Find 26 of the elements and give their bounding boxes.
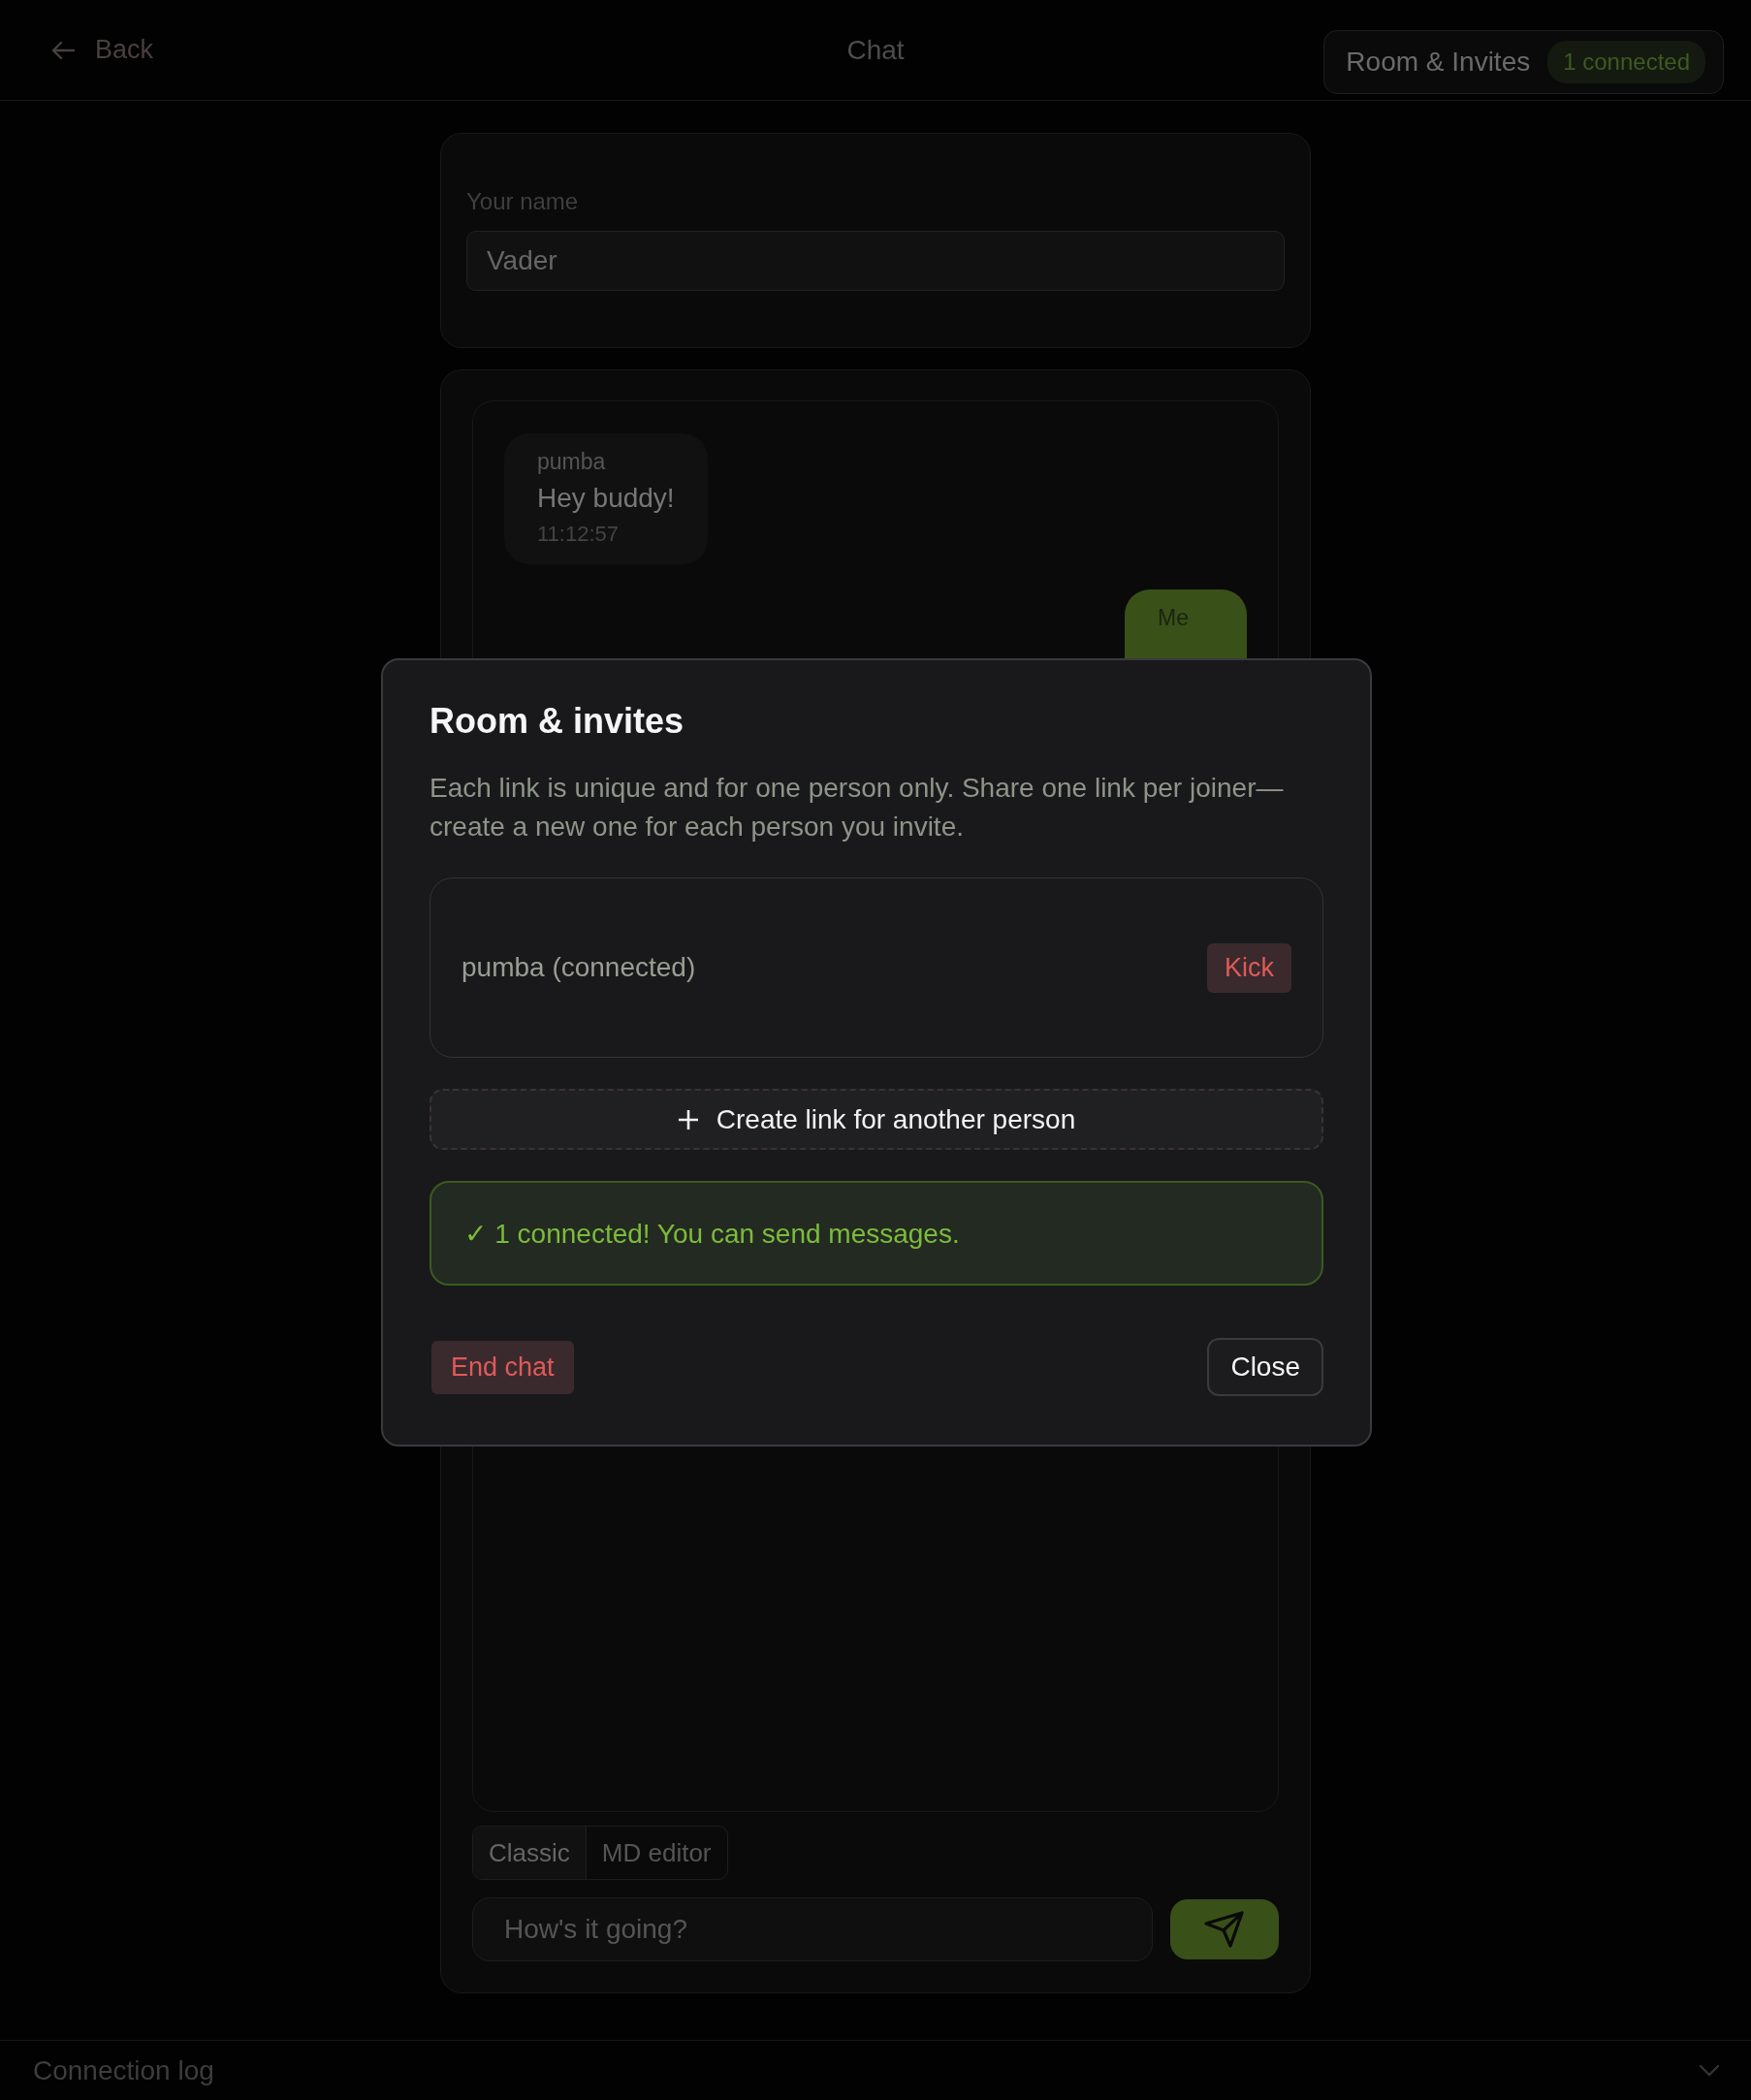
name-field[interactable]: Vader xyxy=(466,231,1285,291)
create-link-button[interactable]: Create link for another person xyxy=(430,1089,1323,1150)
connection-log-bar[interactable]: Connection log xyxy=(0,2040,1751,2100)
mode-tab[interactable]: Classic xyxy=(473,1827,586,1879)
connected-badge: 1 connected xyxy=(1547,40,1705,83)
send-icon xyxy=(1203,1910,1246,1949)
connection-log-label: Connection log xyxy=(33,2054,214,2086)
mode-tab[interactable]: MD editor xyxy=(585,1827,727,1879)
message-text: Hey buddy! xyxy=(537,483,675,514)
plus-icon xyxy=(677,1108,699,1130)
message-input[interactable]: How's it going? xyxy=(472,1897,1153,1961)
kick-button[interactable]: Kick xyxy=(1207,942,1291,993)
room-invites-button[interactable]: Room & Invites 1 connected xyxy=(1323,29,1724,94)
dialog-description: Each link is unique and for one person only. Share one link per joiner—create a new one for each person you invite. xyxy=(430,772,1285,843)
back-button[interactable]: Back xyxy=(50,35,154,65)
back-arrow-icon xyxy=(50,39,76,61)
status-text: ✓ 1 connected! You can send messages. xyxy=(464,1217,960,1250)
page-title: Chat xyxy=(846,35,905,66)
dialog-title: Room & invites xyxy=(430,701,685,742)
end-chat-button[interactable]: End chat xyxy=(431,1340,574,1394)
send-button[interactable] xyxy=(1170,1899,1279,1959)
close-button[interactable]: Close xyxy=(1207,1338,1323,1396)
message-author: pumba xyxy=(537,449,607,475)
member-name: pumba (connected) xyxy=(462,952,696,983)
room-invites-label: Room & Invites xyxy=(1346,46,1531,78)
chevron-icon[interactable] xyxy=(1699,2063,1720,2078)
